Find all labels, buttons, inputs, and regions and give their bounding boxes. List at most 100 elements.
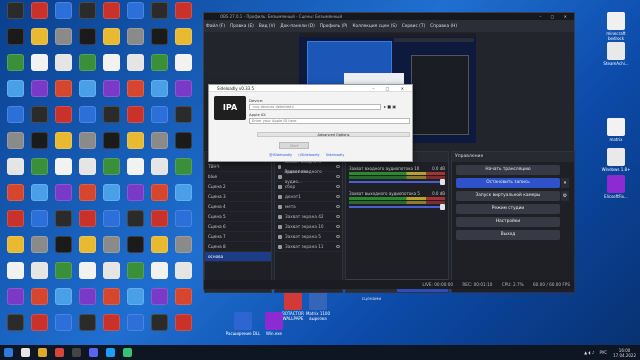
desktop-shortcut[interactable]: [4, 184, 26, 201]
source-item[interactable]: Захват экрана 5: [275, 232, 342, 242]
desktop-shortcut[interactable]: [76, 262, 98, 279]
desktop-shortcut[interactable]: [52, 2, 74, 19]
desktop-shortcut[interactable]: [52, 54, 74, 71]
desktop-shortcut[interactable]: [172, 132, 194, 149]
desktop-shortcut[interactable]: [28, 184, 50, 201]
obs-icon[interactable]: [72, 348, 81, 357]
desktop-shortcut[interactable]: [148, 54, 170, 71]
ipa-drop-icon[interactable]: IPA: [214, 96, 246, 120]
desktop-shortcut[interactable]: [148, 184, 170, 201]
scene-item[interactable]: Сцена 7: [205, 232, 271, 242]
desktop-shortcut[interactable]: [28, 236, 50, 253]
device-action-icons[interactable]: ▸ ■ ▣: [384, 104, 396, 109]
desktop-shortcut[interactable]: [76, 184, 98, 201]
desktop-shortcut[interactable]: [100, 106, 122, 123]
eye-icon[interactable]: [336, 195, 340, 198]
volume-slider[interactable]: [349, 204, 445, 210]
desktop-shortcut[interactable]: [100, 262, 122, 279]
desktop-shortcut[interactable]: [28, 314, 50, 331]
desktop-shortcut[interactable]: [28, 2, 50, 19]
start-button[interactable]: Start: [279, 142, 309, 149]
desktop-shortcut[interactable]: [100, 28, 122, 45]
stop-recording-button[interactable]: Остановить запись ⏸: [456, 178, 569, 188]
discord-link[interactable]: Sideloadly: [326, 153, 345, 157]
start-icon[interactable]: [4, 348, 13, 357]
reddit-link[interactable]: r/Sideloadly: [298, 153, 319, 157]
desktop-shortcut[interactable]: [76, 80, 98, 97]
window-controls[interactable]: – ▢ ✕: [539, 13, 571, 20]
menu-profile[interactable]: Профиль (P): [320, 24, 348, 29]
desktop-shortcut[interactable]: [124, 106, 146, 123]
desktop-shortcut[interactable]: [52, 132, 74, 149]
studio-mode-button[interactable]: Режим студии: [456, 204, 560, 214]
desktop-shortcut[interactable]: [52, 288, 74, 305]
desktop-shortcut[interactable]: [148, 210, 170, 227]
desktop-icon-minecraft[interactable]: minecraft bedrock: [598, 12, 634, 41]
menu-scene-collection[interactable]: Коллекция сцен (S): [352, 24, 396, 29]
menu-file[interactable]: Файл (F): [206, 24, 225, 29]
source-item[interactable]: мета: [275, 202, 342, 212]
eye-icon[interactable]: [336, 225, 340, 228]
desktop-shortcut[interactable]: [124, 158, 146, 175]
desktop-shortcut[interactable]: [4, 54, 26, 71]
scene-item-selected[interactable]: основа: [205, 252, 271, 262]
start-streaming-button[interactable]: Начать трансляцию: [456, 165, 560, 175]
desktop-shortcut[interactable]: [172, 80, 194, 97]
source-item[interactable]: Захват экрана 10: [275, 222, 342, 232]
desktop-shortcut[interactable]: [148, 158, 170, 175]
desktop-shortcut[interactable]: [124, 184, 146, 201]
desktop-shortcut[interactable]: [76, 158, 98, 175]
desktop-shortcut[interactable]: [4, 132, 26, 149]
desktop-shortcut[interactable]: [100, 288, 122, 305]
desktop-shortcut[interactable]: [172, 2, 194, 19]
scene-item[interactable]: blue: [205, 172, 271, 182]
eye-icon[interactable]: [336, 185, 340, 188]
desktop-icon-elicsoft[interactable]: ElicsoftFix...: [598, 175, 634, 199]
scene-item[interactable]: Сцена 5: [205, 212, 271, 222]
desktop-shortcut[interactable]: [100, 236, 122, 253]
window-controls[interactable]: – ▢ ✕: [372, 85, 409, 92]
desktop-shortcut[interactable]: [100, 158, 122, 175]
source-item[interactable]: Захват экрана 42: [275, 212, 342, 222]
desktop-shortcut[interactable]: [172, 314, 194, 331]
desktop-shortcut[interactable]: [148, 28, 170, 45]
desktop-shortcut[interactable]: [172, 106, 194, 123]
desktop-shortcut[interactable]: [4, 106, 26, 123]
desktop-shortcut[interactable]: [28, 132, 50, 149]
desktop-shortcut[interactable]: [28, 106, 50, 123]
source-item[interactable]: Захват входного аудио...: [275, 169, 342, 184]
volume-slider[interactable]: [349, 179, 445, 185]
desktop-shortcut[interactable]: [76, 314, 98, 331]
desktop-shortcut[interactable]: [172, 236, 194, 253]
desktop-icon-matrix-cut[interactable]: Matrix 1100 вырезка: [300, 292, 336, 321]
desktop-icon-winrar[interactable]: Win.exe: [256, 312, 292, 336]
desktop-shortcut[interactable]: [76, 54, 98, 71]
desktop-shortcut[interactable]: [100, 314, 122, 331]
eye-icon[interactable]: [336, 205, 340, 208]
desktop-shortcut[interactable]: [148, 236, 170, 253]
search-icon[interactable]: [21, 348, 30, 357]
desktop-shortcut[interactable]: [52, 236, 74, 253]
desktop-shortcut[interactable]: [100, 2, 122, 19]
menu-edit[interactable]: Правка (E): [230, 24, 254, 29]
appleid-input[interactable]: Enter your Apple ID here: [249, 118, 410, 124]
desktop-shortcut[interactable]: [100, 184, 122, 201]
scene-item[interactable]: Сцена 2: [205, 182, 271, 192]
desktop-shortcut[interactable]: [172, 262, 194, 279]
desktop-shortcut[interactable]: [4, 210, 26, 227]
explorer-icon[interactable]: [38, 348, 47, 357]
scene-item[interactable]: Сцена 3: [205, 192, 271, 202]
desktop-shortcut[interactable]: [124, 210, 146, 227]
eye-icon[interactable]: [336, 165, 340, 168]
desktop-shortcut[interactable]: [172, 184, 194, 201]
twitter-link[interactable]: @iSideloadly: [269, 153, 292, 157]
desktop-shortcut[interactable]: [76, 132, 98, 149]
scene-item[interactable]: Сцена 8: [205, 242, 271, 252]
desktop-shortcut[interactable]: [52, 28, 74, 45]
start-virtual-camera-button[interactable]: Запуск виртуальной камеры ⚙: [456, 191, 569, 201]
discord-icon[interactable]: [89, 348, 98, 357]
desktop-shortcut[interactable]: [172, 28, 194, 45]
desktop-shortcut[interactable]: [52, 314, 74, 331]
menu-tools[interactable]: Сервис (T): [402, 24, 425, 29]
eye-icon[interactable]: [336, 175, 340, 178]
